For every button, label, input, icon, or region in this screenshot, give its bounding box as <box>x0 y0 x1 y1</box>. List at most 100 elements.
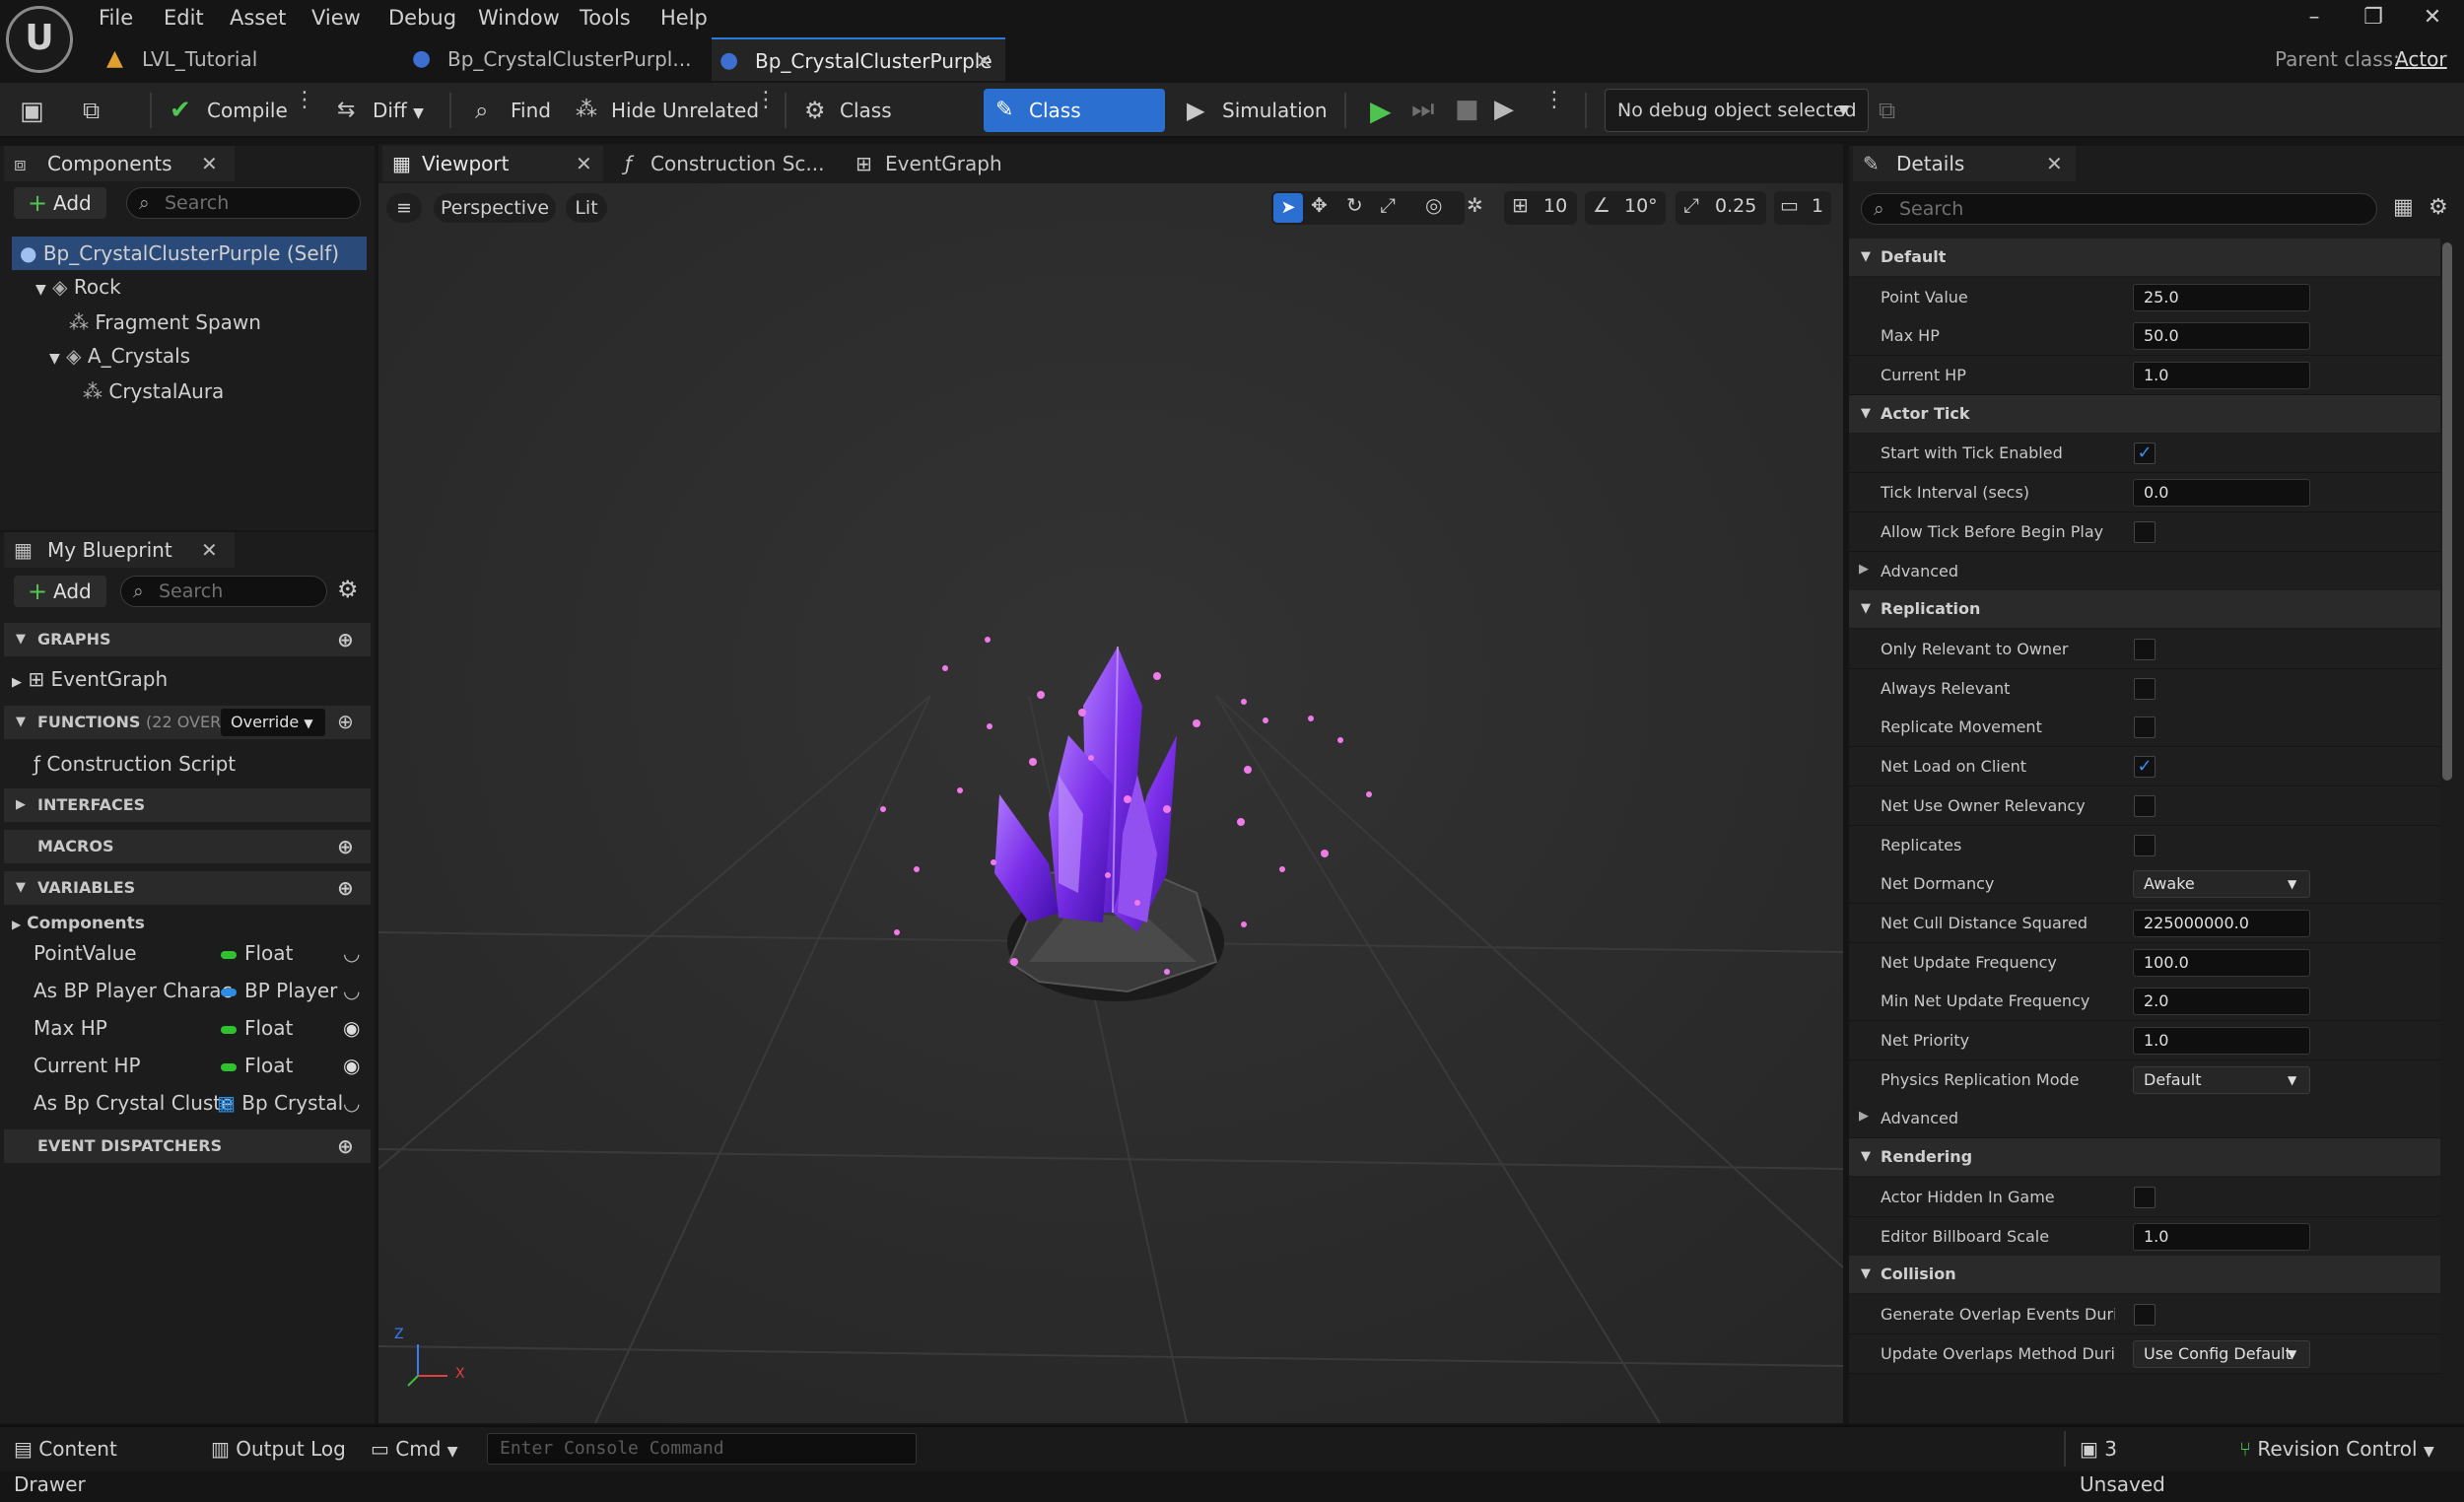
checkbox-unchecked[interactable] <box>2134 1187 2156 1208</box>
eye-closed-icon[interactable]: ◡ <box>343 1084 360 1122</box>
checkbox-unchecked[interactable] <box>2134 521 2156 543</box>
checkbox-unchecked[interactable] <box>2134 639 2156 660</box>
step-icon[interactable]: ⏭ <box>1411 95 1434 125</box>
variable-row[interactable]: Current HP Float ◉ <box>34 1047 369 1084</box>
hide-unrelated-button[interactable]: ⁂ Hide Unrelated <box>572 89 759 132</box>
checkbox-checked[interactable]: ✓ <box>2134 756 2156 778</box>
details-tab[interactable]: ✎ Details ✕ <box>1853 146 2076 181</box>
eject-icon[interactable]: ▶ <box>1494 95 1514 124</box>
add-variable-icon[interactable]: ⊕ <box>337 871 354 905</box>
parent-class-link[interactable]: Actor <box>2395 37 2447 81</box>
browse-icon[interactable]: ⧉ <box>83 97 114 124</box>
lit-button[interactable]: Lit <box>566 193 607 223</box>
add-dispatcher-icon[interactable]: ⊕ <box>337 1129 354 1163</box>
tree-item-crystal-aura[interactable]: ⁂ CrystalAura <box>83 375 224 408</box>
tree-item-fragment-spawn[interactable]: ⁂ Fragment Spawn <box>69 306 261 339</box>
tree-item-a-crystals[interactable]: ▼ ◈ A_Crystals <box>49 339 190 373</box>
tab-blueprint-1[interactable]: ● Bp_CrystalClusterPurpl... <box>404 37 700 81</box>
property-value-field[interactable]: 1.0 <box>2133 1027 2310 1055</box>
function-item-construction-script[interactable]: ƒ Construction Script <box>34 745 236 783</box>
checkbox-checked[interactable]: ✓ <box>2134 443 2156 464</box>
override-dropdown[interactable]: Override ▼ <box>221 709 325 736</box>
variable-row[interactable]: PointValue Float ◡ <box>34 934 369 972</box>
revision-control-button[interactable]: ⑂ Revision Control ▼ <box>2239 1431 2450 1467</box>
menu-window[interactable]: Window <box>478 0 560 35</box>
eye-open-icon[interactable]: ◉ <box>343 1047 360 1084</box>
graph-item-eventgraph[interactable]: ▶ ⊞ EventGraph <box>12 660 168 698</box>
compile-options-icon[interactable]: ⋮ <box>294 90 315 126</box>
tab-level[interactable]: ▲ LVL_Tutorial <box>99 37 394 81</box>
add-member-button[interactable]: + Add <box>14 576 106 607</box>
my-blueprint-tab[interactable]: ▦ My Blueprint ✕ <box>4 532 235 568</box>
unreal-logo-icon[interactable]: U <box>6 6 73 73</box>
tree-item-rock[interactable]: ▼ ◈ Rock <box>35 270 121 304</box>
details-settings-icon[interactable]: ⚙ <box>2429 195 2448 220</box>
scale-snap-group[interactable]: ⤢ 0.25 <box>1676 191 1766 225</box>
checkbox-unchecked[interactable] <box>2134 678 2156 700</box>
debug-browse-icon[interactable]: ⧉ <box>1879 97 1895 124</box>
property-dropdown[interactable]: Default ▼ <box>2133 1066 2310 1094</box>
tab-construction-script[interactable]: ƒ Construction Sc... <box>611 146 838 181</box>
tab-viewport[interactable]: ▦ Viewport ✕ <box>382 146 603 181</box>
stop-icon[interactable]: ■ <box>1455 95 1479 124</box>
property-value-field[interactable]: 225000000.0 <box>2133 910 2310 937</box>
checkbox-unchecked[interactable] <box>2134 717 2156 738</box>
property-value-field[interactable]: 0.0 <box>2133 479 2310 507</box>
variable-row[interactable]: Max HP Float ◉ <box>34 1009 369 1047</box>
class-defaults-button[interactable]: ✎ Class Defaults <box>984 89 1165 166</box>
menu-tools[interactable]: Tools <box>580 0 631 35</box>
menu-edit[interactable]: Edit <box>164 0 204 35</box>
components-search-input[interactable]: ⌕ Search <box>126 187 361 219</box>
play-icon[interactable]: ▶ <box>1370 95 1392 127</box>
variable-row[interactable]: As Bp Crystal Cluste ▦ Bp Crystal ◡ <box>34 1084 369 1122</box>
variable-row[interactable]: As BP Player Charac BP Player ◡ <box>34 972 369 1009</box>
perspective-button[interactable]: Perspective <box>434 193 556 223</box>
checkbox-unchecked[interactable] <box>2134 835 2156 856</box>
menu-file[interactable]: File <box>99 0 133 35</box>
grid-snap-group[interactable]: ⊞ 10 <box>1504 191 1577 225</box>
add-macro-icon[interactable]: ⊕ <box>337 830 354 863</box>
property-matrix-icon[interactable]: ▦ <box>2393 195 2414 220</box>
close-panel-icon[interactable]: ✕ <box>201 532 218 568</box>
details-advanced-toggle[interactable]: ▶ Advanced <box>1849 1099 2440 1138</box>
add-function-icon[interactable]: ⊕ <box>337 710 354 733</box>
select-tool-icon[interactable]: ➤ <box>1273 193 1303 223</box>
details-category[interactable]: ▼ Rendering <box>1849 1138 2440 1176</box>
find-button[interactable]: ⌕ Find <box>471 89 570 132</box>
property-value-field[interactable]: 1.0 <box>2133 1223 2310 1251</box>
simulation-button[interactable]: ▶ Simulation <box>1183 89 1328 132</box>
output-log-button[interactable]: ▥ Output Log <box>211 1431 349 1467</box>
menu-view[interactable]: View <box>311 0 361 35</box>
surface-snap-icon[interactable]: ✲ <box>1467 193 1483 217</box>
viewport-canvas[interactable] <box>378 183 1843 1423</box>
details-category[interactable]: ▼ Actor Tick <box>1849 395 2440 433</box>
close-tab-icon[interactable]: ✕ <box>976 39 992 83</box>
macros-section[interactable]: MACROS ⊕ <box>4 830 371 863</box>
move-tool-icon[interactable]: ✥ <box>1311 193 1328 217</box>
graphs-section[interactable]: ▼ GRAPHS ⊕ <box>4 623 371 656</box>
compile-button[interactable]: ✔ Compile <box>168 89 296 132</box>
variables-section[interactable]: ▼ VARIABLES ⊕ <box>4 871 371 905</box>
scale-tool-icon[interactable]: ⤢ <box>1380 193 1396 217</box>
checkbox-unchecked[interactable] <box>2134 1304 2156 1326</box>
interfaces-section[interactable]: ▶ INTERFACES <box>4 788 371 822</box>
property-value-field[interactable]: 1.0 <box>2133 362 2310 389</box>
details-search-input[interactable]: ⌕ Search <box>1861 193 2377 225</box>
my-blueprint-search-input[interactable]: ⌕ Search <box>120 576 327 607</box>
menu-asset[interactable]: Asset <box>230 0 286 35</box>
world-space-icon[interactable]: ◎ <box>1425 193 1442 217</box>
property-value-field[interactable]: 50.0 <box>2133 322 2310 350</box>
components-tab[interactable]: ⧈ Components ✕ <box>4 146 235 181</box>
tree-item-self[interactable]: ● Bp_CrystalClusterPurple (Self) <box>12 237 367 270</box>
details-scrollbar[interactable] <box>2442 242 2452 781</box>
tab-eventgraph[interactable]: ⊞ EventGraph <box>846 146 1033 181</box>
details-category[interactable]: ▼ Default <box>1849 239 2440 276</box>
tab-blueprint-active[interactable]: ● Bp_CrystalClusterPurple ✕ <box>712 37 1005 81</box>
details-category[interactable]: ▼ Collision <box>1849 1256 2440 1293</box>
menu-help[interactable]: Help <box>660 0 708 35</box>
eye-closed-icon[interactable]: ◡ <box>343 972 360 1009</box>
event-dispatchers-section[interactable]: EVENT DISPATCHERS ⊕ <box>4 1129 371 1163</box>
add-graph-icon[interactable]: ⊕ <box>337 623 354 656</box>
close-tab-icon[interactable]: ✕ <box>576 146 592 181</box>
property-value-field[interactable]: 2.0 <box>2133 988 2310 1015</box>
